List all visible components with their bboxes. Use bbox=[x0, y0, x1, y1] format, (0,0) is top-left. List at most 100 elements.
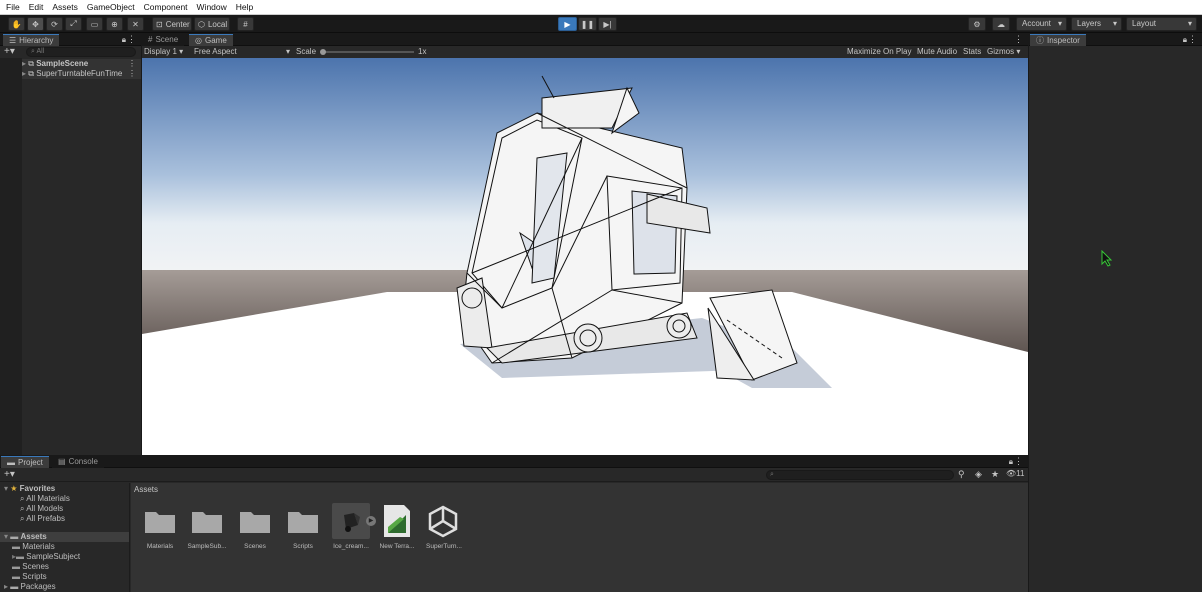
rotate-tool-button[interactable]: ⟳ bbox=[46, 17, 63, 31]
tab-game[interactable]: ◎ Game bbox=[189, 34, 233, 46]
hierarchy-tabbar: ☰ Hierarchy 🔒︎ ⋮ bbox=[0, 34, 141, 46]
scale-slider[interactable] bbox=[322, 51, 414, 53]
aspect-dropdown[interactable]: Free Aspect ▾ bbox=[194, 46, 290, 58]
favorite-item[interactable]: ⌕ All Materials bbox=[20, 494, 70, 504]
folder-item[interactable]: ▬ Scripts bbox=[12, 572, 47, 582]
pivot-toggle[interactable]: ⊡ Center bbox=[152, 17, 192, 31]
move-tool-button[interactable]: ✥ bbox=[27, 17, 44, 31]
scene-row[interactable]: ▸ ⧉ SampleScene ⋮ bbox=[22, 59, 141, 69]
layers-dropdown[interactable]: Layers bbox=[1071, 17, 1122, 31]
game-tabbar: # Scene ◎ Game ⋮ bbox=[142, 34, 1028, 46]
folder-icon: ▬ bbox=[12, 572, 23, 581]
menu-edit[interactable]: Edit bbox=[29, 2, 44, 12]
game-tab-label: Game bbox=[204, 36, 227, 45]
account-dropdown[interactable]: Account bbox=[1016, 17, 1067, 31]
tab-project[interactable]: ▬ Project bbox=[1, 456, 49, 468]
folder-tile[interactable] bbox=[287, 508, 319, 534]
services-button[interactable]: ⚙ bbox=[968, 17, 986, 31]
folder-tile[interactable] bbox=[239, 508, 271, 534]
display-dropdown[interactable]: Display 1 ▾ bbox=[144, 46, 183, 58]
terrain-tile[interactable] bbox=[382, 503, 412, 539]
breadcrumb: Assets bbox=[134, 485, 159, 494]
tab-scene[interactable]: # Scene bbox=[142, 34, 185, 46]
favorite-item[interactable]: ⌕ All Prefabs bbox=[20, 514, 65, 524]
menu-component[interactable]: Component bbox=[144, 2, 188, 12]
lock-icon[interactable]: 🔒︎ bbox=[1183, 35, 1187, 45]
layout-dropdown[interactable]: Layout bbox=[1126, 17, 1197, 31]
favorite-item[interactable]: ⌕ All Models bbox=[20, 504, 63, 514]
tab-inspector[interactable]: ⓘ Inspector bbox=[1030, 34, 1086, 46]
cloud-icon: ☁ bbox=[997, 19, 1005, 29]
menu-gameobject[interactable]: GameObject bbox=[87, 2, 135, 12]
folder-tile[interactable] bbox=[144, 508, 176, 534]
add-icon[interactable]: +▾ bbox=[4, 46, 15, 58]
menu-file[interactable]: File bbox=[6, 2, 20, 12]
assets-grid: Assets Materials SampleSub... Scenes Scr… bbox=[131, 483, 1028, 592]
add-icon[interactable]: +▾ bbox=[4, 469, 15, 481]
scene-menu-icon[interactable]: ⋮ bbox=[128, 69, 136, 79]
scene-tile[interactable] bbox=[427, 503, 459, 539]
project-search-input[interactable]: ⌕ bbox=[766, 470, 954, 480]
hierarchy-search-input[interactable]: ⌕ All bbox=[26, 47, 136, 57]
lock-icon[interactable]: 🔒︎ bbox=[122, 35, 126, 45]
menu-help[interactable]: Help bbox=[236, 2, 253, 12]
packages-folder-row[interactable]: ▸ ▬ Packages bbox=[4, 582, 56, 592]
label-icon[interactable]: ◈ bbox=[975, 469, 982, 480]
pause-button[interactable]: ❚❚ bbox=[578, 17, 597, 31]
folder-item[interactable]: ▸▬ SampleSubject bbox=[12, 552, 80, 562]
scene-label: SampleScene bbox=[36, 59, 89, 68]
gizmos-dropdown[interactable]: Gizmos ▾ bbox=[987, 46, 1020, 58]
transform-tool-button[interactable]: ⊕ bbox=[106, 17, 123, 31]
pivot-label: Center bbox=[165, 19, 190, 29]
more-menu-icon[interactable]: ⋮ bbox=[1188, 34, 1197, 45]
hand-tool-button[interactable]: ✋ bbox=[8, 17, 25, 31]
packages-folder-label: Packages bbox=[20, 582, 56, 591]
star-icon: ★ bbox=[10, 484, 20, 493]
menu-window[interactable]: Window bbox=[197, 2, 227, 12]
folder-label: SampleSubject bbox=[26, 552, 81, 561]
maximize-on-play-toggle[interactable]: Maximize On Play bbox=[847, 46, 911, 58]
game-viewport[interactable] bbox=[142, 58, 1028, 455]
scale-slider-thumb[interactable] bbox=[320, 49, 326, 55]
stats-toggle[interactable]: Stats bbox=[963, 46, 981, 58]
folder-icon: ▬ bbox=[12, 562, 23, 571]
tab-hierarchy[interactable]: ☰ Hierarchy bbox=[3, 34, 60, 46]
project-tabbar: ▬ Project ▤ Console 🔒︎ ⋮ bbox=[0, 456, 1028, 468]
folder-label: Scripts bbox=[22, 572, 47, 581]
scale-label: Scale bbox=[296, 47, 317, 56]
project-panel: ▬ Project ▤ Console 🔒︎ ⋮ +▾ ⌕ ⚲ ◈ ★ 👁︎11 ▾… bbox=[0, 456, 1028, 592]
more-menu-icon[interactable]: ⋮ bbox=[1014, 456, 1023, 467]
play-button[interactable]: ▶ bbox=[558, 17, 577, 31]
rendered-scene bbox=[142, 58, 1028, 455]
folder-icon bbox=[192, 512, 222, 533]
cloud-button[interactable]: ☁ bbox=[992, 17, 1010, 31]
folder-item[interactable]: ▬ Scenes bbox=[12, 562, 49, 572]
lock-icon[interactable]: 🔒︎ bbox=[1009, 457, 1013, 467]
hidden-packages-icon[interactable]: 👁︎11 bbox=[1006, 469, 1024, 478]
space-toggle[interactable]: ⬡ Local bbox=[194, 17, 230, 31]
assets-folder-row[interactable]: ▾ ▬ Assets bbox=[0, 532, 129, 542]
step-button[interactable]: ▶| bbox=[598, 17, 617, 31]
scale-tool-button[interactable]: ⤢ bbox=[65, 17, 82, 31]
pause-icon: ❚❚ bbox=[580, 19, 595, 29]
menu-assets[interactable]: Assets bbox=[52, 2, 78, 12]
scene-row[interactable]: ▸ ⧉ SuperTurntableFunTime ⋮ bbox=[22, 69, 141, 79]
grid-snap-button[interactable]: # bbox=[237, 17, 254, 31]
scene-icon: ⧉ bbox=[28, 59, 37, 68]
scene-menu-icon[interactable]: ⋮ bbox=[128, 59, 136, 69]
expand-prefab-icon[interactable]: ▶ bbox=[366, 516, 376, 526]
custom-tool-button[interactable]: ✕ bbox=[127, 17, 144, 31]
tab-console[interactable]: ▤ Console bbox=[52, 456, 104, 468]
folder-item[interactable]: ▬ Materials bbox=[12, 542, 55, 552]
asset-label: SuperTurn... bbox=[426, 543, 462, 550]
star-icon[interactable]: ★ bbox=[991, 469, 999, 480]
more-menu-icon[interactable]: ⋮ bbox=[1014, 34, 1023, 45]
favorites-label: Favorites bbox=[19, 484, 56, 493]
model-tile[interactable] bbox=[332, 503, 370, 539]
mute-audio-toggle[interactable]: Mute Audio bbox=[917, 46, 957, 58]
more-menu-icon[interactable]: ⋮ bbox=[127, 34, 136, 45]
filter-type-icon[interactable]: ⚲ bbox=[958, 469, 965, 480]
folder-tile[interactable] bbox=[191, 508, 223, 534]
rect-tool-button[interactable]: ▭ bbox=[86, 17, 103, 31]
favorites-header[interactable]: ▾ ★ Favorites bbox=[4, 484, 55, 494]
